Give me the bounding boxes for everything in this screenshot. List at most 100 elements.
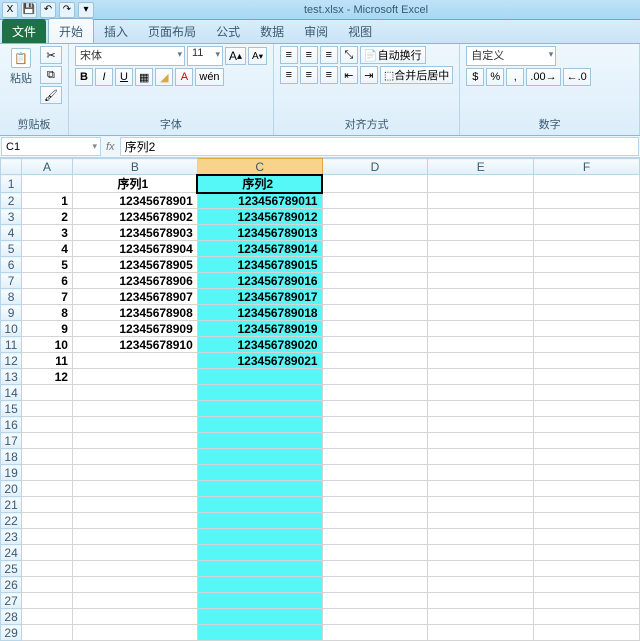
cell-E6[interactable]	[428, 257, 534, 273]
row-header-6[interactable]: 6	[1, 257, 22, 273]
cell-E20[interactable]	[428, 481, 534, 497]
align-top-icon[interactable]: ≡	[280, 46, 298, 64]
cell-D22[interactable]	[322, 513, 428, 529]
cell-B3[interactable]: 12345678902	[72, 209, 197, 225]
cell-D6[interactable]	[322, 257, 428, 273]
cell-B9[interactable]: 12345678908	[72, 305, 197, 321]
cell-E8[interactable]	[428, 289, 534, 305]
decrease-decimal-icon[interactable]: ←.0	[563, 68, 591, 86]
col-header-C[interactable]: C	[197, 159, 322, 175]
cell-E2[interactable]	[428, 193, 534, 209]
cell-F15[interactable]	[534, 401, 640, 417]
row-header-20[interactable]: 20	[1, 481, 22, 497]
cell-A28[interactable]	[22, 609, 73, 625]
cell-C18[interactable]	[197, 449, 322, 465]
cell-F23[interactable]	[534, 529, 640, 545]
cell-D8[interactable]	[322, 289, 428, 305]
tab-layout[interactable]: 页面布局	[138, 19, 206, 43]
font-color-button[interactable]: A	[175, 68, 193, 86]
excel-icon[interactable]: X	[2, 2, 18, 18]
cell-E17[interactable]	[428, 433, 534, 449]
cell-D19[interactable]	[322, 465, 428, 481]
percent-icon[interactable]: %	[486, 68, 504, 86]
cell-F1[interactable]	[534, 175, 640, 193]
cell-E1[interactable]	[428, 175, 534, 193]
align-middle-icon[interactable]: ≡	[300, 46, 318, 64]
cell-D11[interactable]	[322, 337, 428, 353]
cell-E27[interactable]	[428, 593, 534, 609]
cell-B1[interactable]: 序列1	[72, 175, 197, 193]
cell-A19[interactable]	[22, 465, 73, 481]
cell-D13[interactable]	[322, 369, 428, 385]
border-button[interactable]: ▦	[135, 68, 153, 86]
cell-B12[interactable]	[72, 353, 197, 369]
cell-C1[interactable]: 序列2	[197, 175, 322, 193]
cell-C3[interactable]: 123456789012	[197, 209, 322, 225]
cell-C11[interactable]: 123456789020	[197, 337, 322, 353]
row-header-22[interactable]: 22	[1, 513, 22, 529]
paste-button[interactable]: 📋 粘贴	[6, 46, 36, 88]
cell-A21[interactable]	[22, 497, 73, 513]
cell-C20[interactable]	[197, 481, 322, 497]
align-left-icon[interactable]: ≡	[280, 66, 298, 84]
cell-B8[interactable]: 12345678907	[72, 289, 197, 305]
cell-D17[interactable]	[322, 433, 428, 449]
tab-formulas[interactable]: 公式	[206, 19, 250, 43]
row-header-15[interactable]: 15	[1, 401, 22, 417]
cell-E25[interactable]	[428, 561, 534, 577]
cell-F19[interactable]	[534, 465, 640, 481]
cell-A20[interactable]	[22, 481, 73, 497]
cell-B26[interactable]	[72, 577, 197, 593]
row-header-13[interactable]: 13	[1, 369, 22, 385]
cell-C9[interactable]: 123456789018	[197, 305, 322, 321]
name-box[interactable]: C1	[1, 137, 101, 156]
cell-A27[interactable]	[22, 593, 73, 609]
cell-A8[interactable]: 7	[22, 289, 73, 305]
row-header-17[interactable]: 17	[1, 433, 22, 449]
worksheet-grid[interactable]: ABCDEF 1序列1序列221123456789011234567890113…	[0, 158, 640, 641]
cell-B29[interactable]	[72, 625, 197, 641]
cell-D5[interactable]	[322, 241, 428, 257]
cell-F25[interactable]	[534, 561, 640, 577]
cell-B7[interactable]: 12345678906	[72, 273, 197, 289]
cell-F29[interactable]	[534, 625, 640, 641]
cell-C28[interactable]	[197, 609, 322, 625]
cell-D9[interactable]	[322, 305, 428, 321]
row-header-8[interactable]: 8	[1, 289, 22, 305]
cell-D7[interactable]	[322, 273, 428, 289]
cell-F14[interactable]	[534, 385, 640, 401]
cell-B2[interactable]: 12345678901	[72, 193, 197, 209]
tab-data[interactable]: 数据	[250, 19, 294, 43]
cell-B18[interactable]	[72, 449, 197, 465]
row-header-18[interactable]: 18	[1, 449, 22, 465]
cell-C13[interactable]	[197, 369, 322, 385]
cell-F7[interactable]	[534, 273, 640, 289]
row-header-12[interactable]: 12	[1, 353, 22, 369]
cell-C10[interactable]: 123456789019	[197, 321, 322, 337]
cell-F12[interactable]	[534, 353, 640, 369]
cell-B16[interactable]	[72, 417, 197, 433]
font-name-select[interactable]: 宋体	[75, 46, 185, 66]
cell-E18[interactable]	[428, 449, 534, 465]
orientation-icon[interactable]: ⤡	[340, 46, 358, 64]
cell-F26[interactable]	[534, 577, 640, 593]
cell-E22[interactable]	[428, 513, 534, 529]
cell-D28[interactable]	[322, 609, 428, 625]
cell-A18[interactable]	[22, 449, 73, 465]
fx-icon[interactable]: fx	[106, 141, 115, 153]
row-header-23[interactable]: 23	[1, 529, 22, 545]
cell-B10[interactable]: 12345678909	[72, 321, 197, 337]
row-header-27[interactable]: 27	[1, 593, 22, 609]
row-header-21[interactable]: 21	[1, 497, 22, 513]
cell-D3[interactable]	[322, 209, 428, 225]
row-header-4[interactable]: 4	[1, 225, 22, 241]
cell-E24[interactable]	[428, 545, 534, 561]
cell-E29[interactable]	[428, 625, 534, 641]
cut-icon[interactable]: ✂	[40, 46, 62, 64]
cell-A22[interactable]	[22, 513, 73, 529]
cell-B28[interactable]	[72, 609, 197, 625]
row-header-28[interactable]: 28	[1, 609, 22, 625]
underline-button[interactable]: U	[115, 68, 133, 86]
cell-A24[interactable]	[22, 545, 73, 561]
decrease-font-icon[interactable]: A▾	[248, 47, 267, 65]
